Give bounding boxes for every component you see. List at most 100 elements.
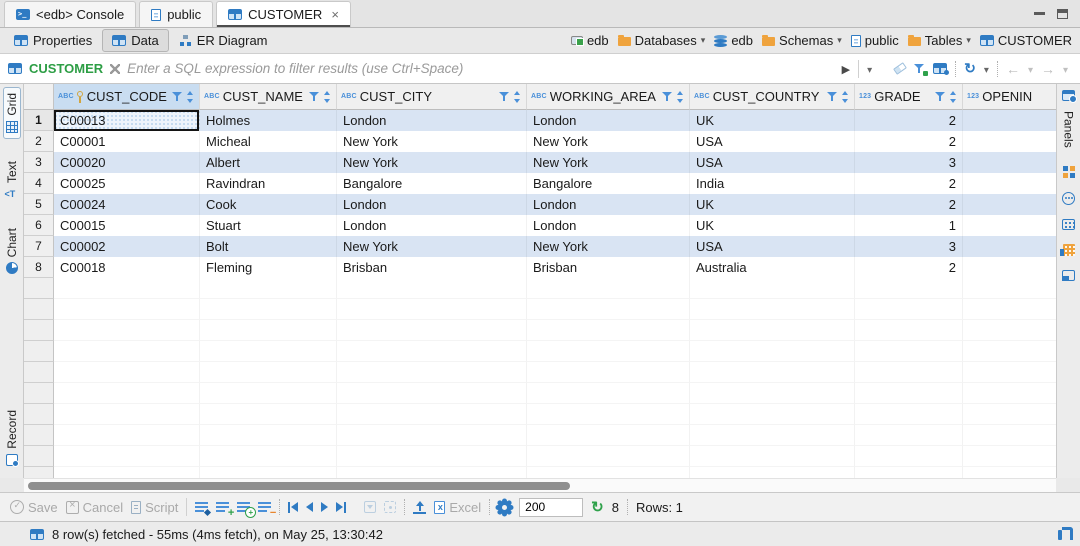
cell[interactable]: Bangalore bbox=[527, 173, 690, 194]
cell[interactable]: 1 bbox=[855, 215, 963, 236]
empty-cell[interactable] bbox=[200, 383, 337, 404]
empty-cell[interactable] bbox=[54, 383, 200, 404]
cell[interactable]: Bangalore bbox=[337, 173, 527, 194]
calc-panel-icon[interactable] bbox=[1062, 219, 1075, 230]
cell[interactable]: C00001 bbox=[54, 131, 200, 152]
next-row-icon[interactable] bbox=[321, 502, 328, 512]
cell[interactable] bbox=[963, 215, 1056, 236]
cell[interactable]: 2 bbox=[855, 131, 963, 152]
empty-cell[interactable] bbox=[200, 278, 337, 299]
tab-public[interactable]: public bbox=[139, 1, 213, 27]
cell[interactable]: USA bbox=[690, 152, 855, 173]
cell[interactable]: 3 bbox=[855, 152, 963, 173]
cell[interactable] bbox=[963, 152, 1056, 173]
empty-cell[interactable] bbox=[690, 467, 855, 478]
empty-cell[interactable] bbox=[963, 341, 1056, 362]
row-number[interactable] bbox=[24, 467, 54, 478]
sort-icon[interactable] bbox=[949, 91, 958, 103]
empty-cell[interactable] bbox=[855, 362, 963, 383]
filter-icon[interactable] bbox=[935, 91, 946, 102]
empty-cell[interactable] bbox=[527, 299, 690, 320]
empty-cell[interactable] bbox=[54, 362, 200, 383]
cell[interactable]: Brisban bbox=[337, 257, 527, 278]
empty-cell[interactable] bbox=[200, 299, 337, 320]
cell[interactable]: Brisban bbox=[527, 257, 690, 278]
forward-icon[interactable] bbox=[1041, 61, 1055, 77]
column-header-CUST_COUNTRY[interactable]: ABCCUST_COUNTRY bbox=[690, 84, 855, 110]
export-data-icon[interactable] bbox=[413, 501, 426, 514]
cell[interactable]: Cook bbox=[200, 194, 337, 215]
empty-cell[interactable] bbox=[690, 446, 855, 467]
empty-cell[interactable] bbox=[690, 320, 855, 341]
cell[interactable]: London bbox=[527, 194, 690, 215]
empty-cell[interactable] bbox=[690, 425, 855, 446]
cell[interactable] bbox=[963, 110, 1056, 131]
horizontal-scrollbar[interactable] bbox=[24, 478, 1056, 492]
sort-icon[interactable] bbox=[841, 91, 850, 103]
apply-filter-icon[interactable] bbox=[842, 61, 850, 76]
cell[interactable] bbox=[963, 131, 1056, 152]
cell[interactable]: 2 bbox=[855, 194, 963, 215]
cell[interactable] bbox=[963, 194, 1056, 215]
empty-cell[interactable] bbox=[200, 446, 337, 467]
cell[interactable]: 3 bbox=[855, 236, 963, 257]
empty-cell[interactable] bbox=[527, 278, 690, 299]
empty-cell[interactable] bbox=[963, 362, 1056, 383]
cell[interactable]: Stuart bbox=[200, 215, 337, 236]
empty-cell[interactable] bbox=[855, 278, 963, 299]
empty-cell[interactable] bbox=[54, 278, 200, 299]
scrollbar-thumb[interactable] bbox=[28, 482, 570, 490]
value-viewer-icon[interactable] bbox=[1062, 192, 1075, 205]
script-button[interactable]: Script bbox=[131, 500, 178, 515]
back-icon[interactable] bbox=[1006, 61, 1020, 77]
row-number[interactable]: 5 bbox=[24, 194, 54, 215]
column-header-GRADE[interactable]: 123GRADE bbox=[855, 84, 963, 110]
cell[interactable]: C00025 bbox=[54, 173, 200, 194]
cell[interactable]: Bolt bbox=[200, 236, 337, 257]
chevron-down-icon[interactable]: ▾ bbox=[701, 35, 706, 46]
row-number[interactable] bbox=[24, 362, 54, 383]
maximize-icon[interactable] bbox=[1057, 9, 1068, 19]
tab-console[interactable]: <edb> Console bbox=[4, 1, 136, 27]
empty-cell[interactable] bbox=[54, 299, 200, 320]
row-number[interactable]: 7 bbox=[24, 236, 54, 257]
row-number[interactable]: 2 bbox=[24, 131, 54, 152]
edit-row-icon[interactable] bbox=[195, 501, 208, 513]
empty-cell[interactable] bbox=[963, 320, 1056, 341]
cell[interactable]: Albert bbox=[200, 152, 337, 173]
row-number[interactable] bbox=[24, 425, 54, 446]
column-header-CUST_CITY[interactable]: ABCCUST_CITY bbox=[337, 84, 527, 110]
cell[interactable]: India bbox=[690, 173, 855, 194]
open-in-excel-button[interactable]: Excel bbox=[434, 500, 481, 515]
column-header-OPENIN[interactable]: 123OPENIN bbox=[963, 84, 1056, 110]
cell[interactable]: London bbox=[527, 110, 690, 131]
sort-icon[interactable] bbox=[676, 91, 685, 103]
fetch-all-rows-icon[interactable] bbox=[384, 501, 396, 513]
fetch-size-input[interactable] bbox=[519, 498, 583, 517]
empty-cell[interactable] bbox=[54, 404, 200, 425]
sql-filter-input[interactable] bbox=[127, 61, 835, 76]
subtab-properties[interactable]: Properties bbox=[4, 29, 102, 52]
row-number[interactable]: 4 bbox=[24, 173, 54, 194]
cell[interactable]: New York bbox=[337, 152, 527, 173]
empty-cell[interactable] bbox=[527, 425, 690, 446]
maximize-panel-icon[interactable] bbox=[1062, 270, 1075, 281]
empty-cell[interactable] bbox=[200, 467, 337, 478]
cell[interactable]: C00024 bbox=[54, 194, 200, 215]
row-number[interactable] bbox=[24, 446, 54, 467]
settings-gear-icon[interactable] bbox=[498, 501, 511, 514]
cell[interactable]: New York bbox=[527, 152, 690, 173]
cell[interactable]: USA bbox=[690, 236, 855, 257]
presentation-tab-record[interactable]: Record bbox=[3, 404, 21, 472]
empty-cell[interactable] bbox=[690, 404, 855, 425]
empty-cell[interactable] bbox=[200, 404, 337, 425]
sort-icon[interactable] bbox=[323, 91, 332, 103]
cell[interactable] bbox=[963, 173, 1056, 194]
cell[interactable]: C00013 bbox=[54, 110, 200, 131]
empty-cell[interactable] bbox=[54, 467, 200, 478]
column-header-CUST_NAME[interactable]: ABCCUST_NAME bbox=[200, 84, 337, 110]
cell[interactable]: New York bbox=[337, 236, 527, 257]
filter-icon[interactable] bbox=[309, 91, 320, 102]
presentation-tab-grid[interactable]: Grid bbox=[3, 87, 21, 139]
empty-cell[interactable] bbox=[963, 446, 1056, 467]
